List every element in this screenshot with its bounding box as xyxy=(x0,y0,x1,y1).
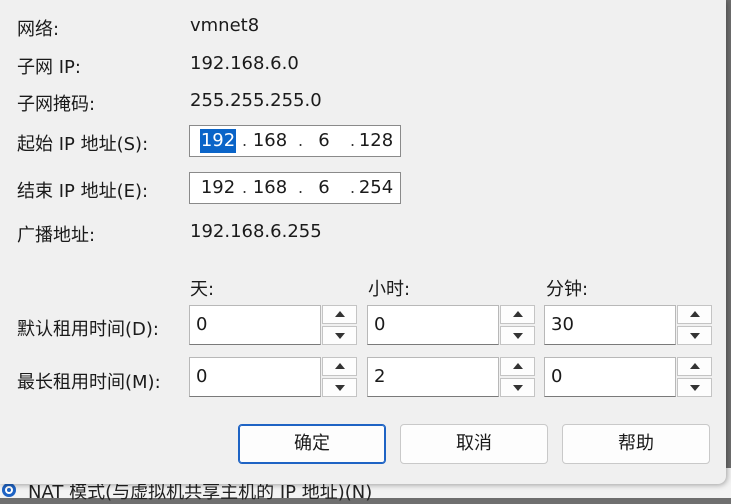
subnet-mask-label: 子网掩码: xyxy=(17,94,96,115)
ok-button[interactable]: 确定 xyxy=(238,424,386,464)
broadcast-label: 广播地址: xyxy=(17,225,96,246)
arrow-up-icon xyxy=(690,311,700,317)
start-ip-label: 起始 IP 地址(S): xyxy=(17,134,149,155)
max-lease-minutes-down-button[interactable] xyxy=(677,378,712,397)
arrow-down-icon xyxy=(335,385,345,391)
default-lease-hours-up-button[interactable] xyxy=(500,305,535,324)
subnet-ip-value: 192.168.6.0 xyxy=(190,53,299,74)
max-lease-days-spinner: 0 xyxy=(189,357,357,397)
arrow-up-icon xyxy=(690,363,700,369)
default-lease-days-up-button[interactable] xyxy=(322,305,357,324)
help-button[interactable]: 帮助 xyxy=(562,424,710,464)
arrow-up-icon xyxy=(513,363,523,369)
start-ip-octet-4[interactable]: 128 xyxy=(356,129,396,153)
cancel-button[interactable]: 取消 xyxy=(400,424,548,464)
end-ip-dot-3: . xyxy=(350,178,356,197)
end-ip-label: 结束 IP 地址(E): xyxy=(17,181,149,202)
max-lease-days-input[interactable]: 0 xyxy=(189,357,321,397)
max-lease-label: 最长租用时间(M): xyxy=(17,372,161,393)
network-label: 网络: xyxy=(17,19,60,40)
end-ip-octet-1[interactable]: 192 xyxy=(200,176,236,200)
max-lease-hours-spinner: 2 xyxy=(367,357,535,397)
default-lease-minutes-down-button[interactable] xyxy=(677,326,712,345)
max-lease-minutes-input[interactable]: 0 xyxy=(544,357,676,397)
arrow-down-icon xyxy=(513,333,523,339)
nat-mode-radio[interactable] xyxy=(2,483,16,497)
end-ip-octet-4[interactable]: 254 xyxy=(356,176,396,200)
network-value: vmnet8 xyxy=(190,15,260,36)
lease-minutes-header: 分钟: xyxy=(546,279,589,300)
start-ip-field[interactable]: 192 . 168 . 6 . 128 xyxy=(189,125,401,157)
default-lease-hours-down-button[interactable] xyxy=(500,326,535,345)
max-lease-days-up-button[interactable] xyxy=(322,357,357,376)
start-ip-octet-1[interactable]: 192 xyxy=(200,129,236,153)
default-lease-days-spinner: 0 xyxy=(189,305,357,345)
default-lease-days-down-button[interactable] xyxy=(322,326,357,345)
start-ip-dot-3: . xyxy=(350,131,356,150)
lease-hours-header: 小时: xyxy=(368,279,411,300)
start-ip-octet-3[interactable]: 6 xyxy=(306,129,342,153)
dhcp-settings-dialog: 网络: vmnet8 子网 IP: 192.168.6.0 子网掩码: 255.… xyxy=(0,0,726,484)
arrow-down-icon xyxy=(690,333,700,339)
arrow-up-icon xyxy=(513,311,523,317)
default-lease-hours-spinner: 0 xyxy=(367,305,535,345)
max-lease-hours-up-button[interactable] xyxy=(500,357,535,376)
default-lease-label: 默认租用时间(D): xyxy=(17,319,159,340)
arrow-down-icon xyxy=(335,333,345,339)
start-ip-dot-1: . xyxy=(242,131,248,150)
subnet-ip-label: 子网 IP: xyxy=(17,57,81,78)
broadcast-value: 192.168.6.255 xyxy=(190,221,322,242)
default-lease-days-input[interactable]: 0 xyxy=(189,305,321,345)
start-ip-octet-2[interactable]: 168 xyxy=(250,129,290,153)
end-ip-field[interactable]: 192 . 168 . 6 . 254 xyxy=(189,172,401,204)
end-ip-octet-2[interactable]: 168 xyxy=(250,176,290,200)
default-lease-hours-input[interactable]: 0 xyxy=(367,305,499,345)
default-lease-minutes-up-button[interactable] xyxy=(677,305,712,324)
arrow-down-icon xyxy=(513,385,523,391)
end-ip-octet-3[interactable]: 6 xyxy=(306,176,342,200)
arrow-up-icon xyxy=(335,363,345,369)
max-lease-hours-down-button[interactable] xyxy=(500,378,535,397)
max-lease-minutes-up-button[interactable] xyxy=(677,357,712,376)
arrow-down-icon xyxy=(690,385,700,391)
end-ip-dot-2: . xyxy=(298,178,304,197)
lease-days-header: 天: xyxy=(190,279,215,300)
subnet-mask-value: 255.255.255.0 xyxy=(190,90,322,111)
end-ip-dot-1: . xyxy=(242,178,248,197)
max-lease-minutes-spinner: 0 xyxy=(544,357,712,397)
default-lease-minutes-spinner: 30 xyxy=(544,305,712,345)
default-lease-minutes-input[interactable]: 30 xyxy=(544,305,676,345)
max-lease-hours-input[interactable]: 2 xyxy=(367,357,499,397)
arrow-up-icon xyxy=(335,311,345,317)
max-lease-days-down-button[interactable] xyxy=(322,378,357,397)
start-ip-dot-2: . xyxy=(298,131,304,150)
